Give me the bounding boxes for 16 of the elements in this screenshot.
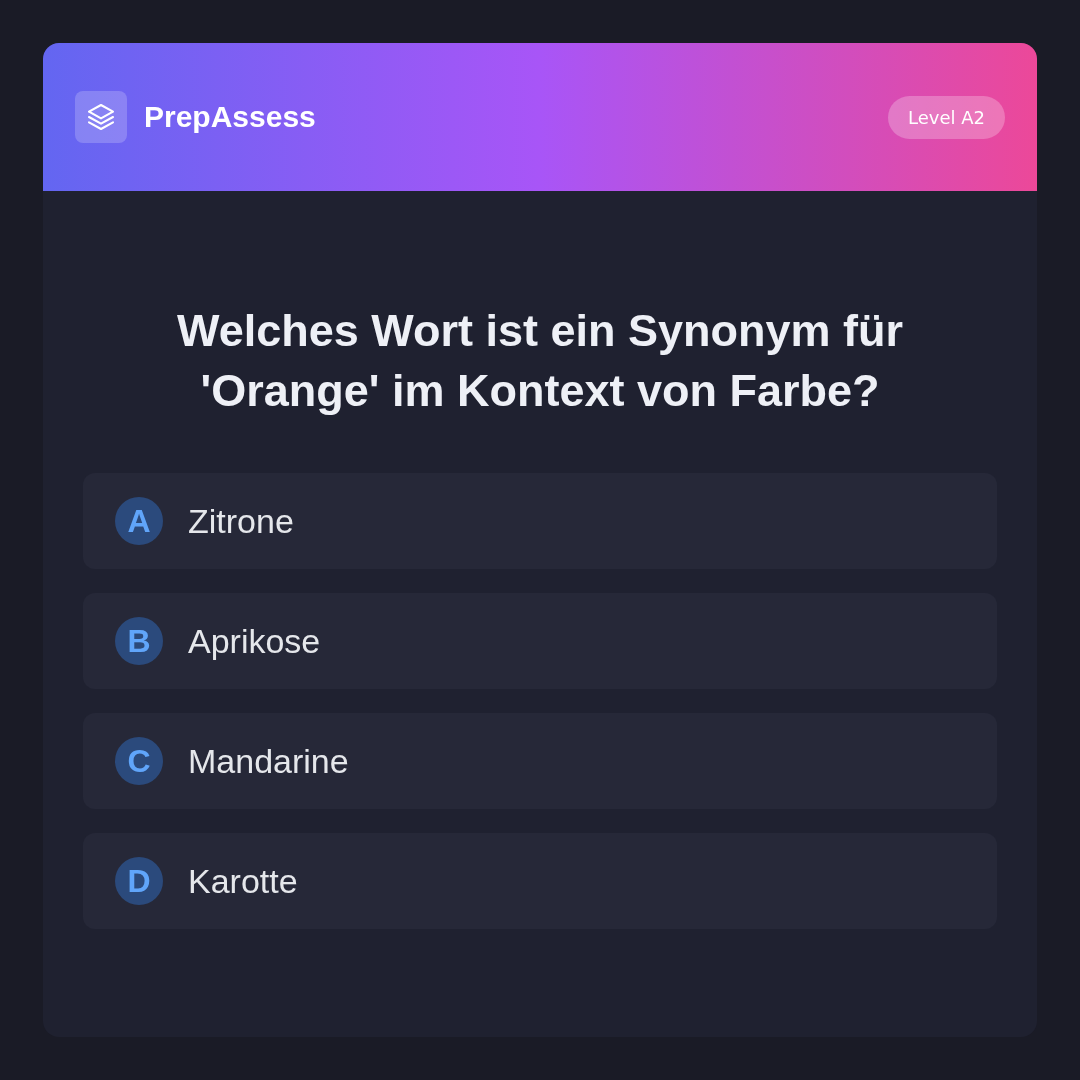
option-text: Zitrone	[188, 501, 294, 541]
option-text: Karotte	[188, 861, 298, 901]
answer-option[interactable]: D Karotte	[83, 833, 997, 929]
option-letter: D	[115, 857, 163, 905]
option-letter: A	[115, 497, 163, 545]
option-text: Mandarine	[188, 741, 349, 781]
answer-option[interactable]: C Mandarine	[83, 713, 997, 809]
question-text: Welches Wort ist ein Synonym für 'Orange' im Kontext von Farbe?	[176, 304, 904, 418]
answer-option[interactable]: A Zitrone	[83, 473, 997, 569]
answer-option[interactable]: B Aprikose	[83, 593, 997, 689]
option-letter: B	[115, 617, 163, 665]
layers-icon	[75, 91, 127, 143]
option-letter: C	[115, 737, 163, 785]
option-text: Aprikose	[188, 621, 321, 661]
app-title: PrepAssess	[144, 100, 316, 134]
level-badge: Level A2	[888, 95, 1005, 139]
